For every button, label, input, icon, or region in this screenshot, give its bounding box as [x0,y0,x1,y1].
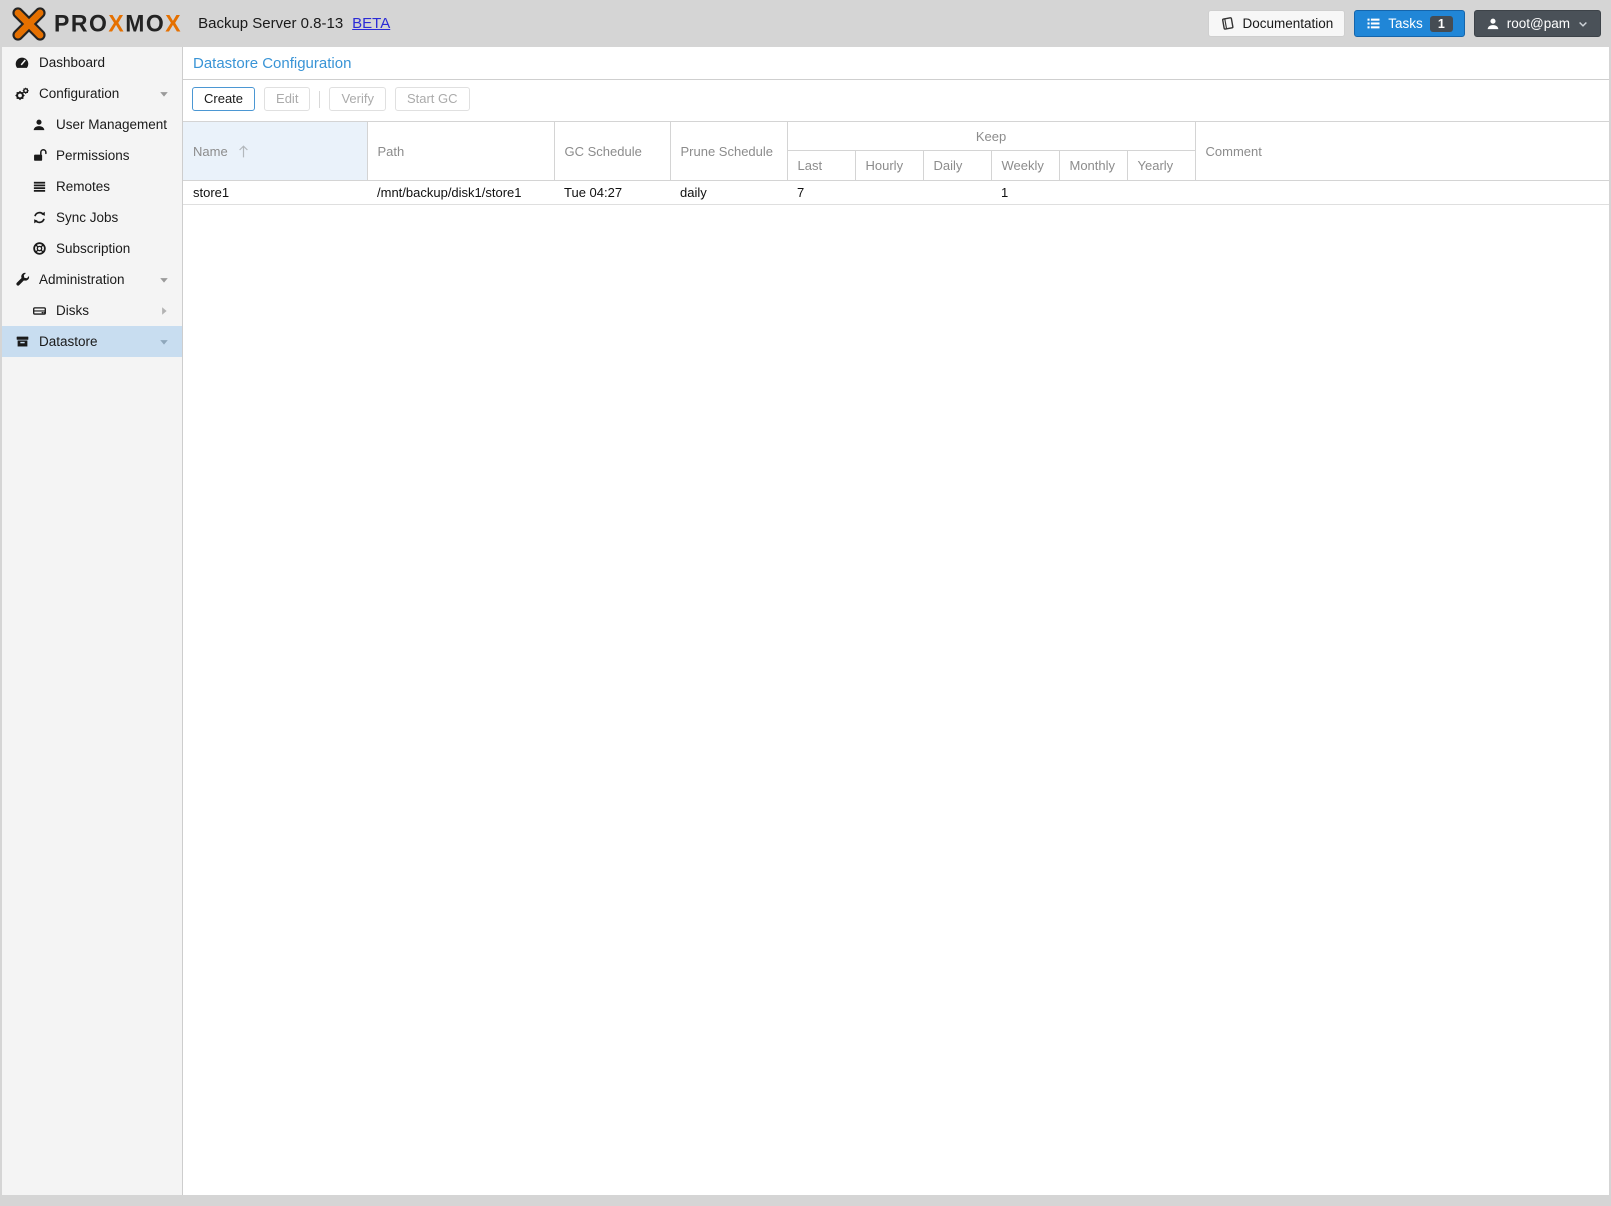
toolbar-separator [319,91,320,108]
column-header-name[interactable]: Name [183,122,367,181]
sidebar-item-label: Configuration [39,86,119,101]
user-icon [1486,17,1500,31]
sidebar-item-remotes[interactable]: Remotes [2,171,182,202]
sidebar-item-label: Datastore [39,334,98,349]
column-header-keep-yearly[interactable]: Yearly [1127,151,1195,181]
sidebar-item-configuration[interactable]: Configuration [2,78,182,109]
create-button[interactable]: Create [192,87,255,111]
sidebar-item-sync-jobs[interactable]: Sync Jobs [2,202,182,233]
column-header-keep-group: Keep [787,122,1195,151]
column-header-comment[interactable]: Comment [1195,122,1609,181]
sidebar-item-label: Dashboard [39,55,105,70]
page-title: Datastore Configuration [183,47,1609,80]
caret-right-icon[interactable] [158,305,170,317]
beta-link[interactable]: BETA [352,15,390,32]
unlock-icon [31,148,47,164]
sidebar: Dashboard Configuration [2,47,182,1195]
caret-down-icon[interactable] [158,336,170,348]
logo-segment: X [165,9,182,36]
sidebar-item-administration[interactable]: Administration [2,264,182,295]
cogs-icon [14,86,30,102]
user-menu-label: root@pam [1507,16,1570,31]
column-header-name-label: Name [193,144,228,159]
cell-prune-schedule[interactable]: daily [670,181,787,205]
sidebar-item-label: Sync Jobs [56,210,118,225]
cell-name[interactable]: store1 [183,181,367,205]
column-header-prune-schedule[interactable]: Prune Schedule [670,122,787,181]
user-menu-button[interactable]: root@pam [1474,10,1601,37]
datastore-table: Name Path GC Schedule Prune Schedule Kee… [183,121,1609,205]
cell-keep-last[interactable]: 7 [787,181,855,205]
column-header-path[interactable]: Path [367,122,554,181]
task-list-icon [1366,16,1381,31]
tasks-count-badge: 1 [1430,16,1453,32]
column-header-keep-monthly[interactable]: Monthly [1059,151,1127,181]
cell-gc-schedule[interactable]: Tue 04:27 [554,181,670,205]
cell-keep-yearly[interactable] [1127,181,1195,205]
wrench-icon [14,272,30,288]
app-subtitle: Backup Server 0.8-13 [198,15,343,32]
sidebar-item-label: Remotes [56,179,110,194]
main-panel: Datastore Configuration Create Edit Veri… [182,47,1609,1195]
edit-button[interactable]: Edit [264,87,310,111]
column-header-keep-last[interactable]: Last [787,151,855,181]
caret-down-icon[interactable] [158,88,170,100]
user-icon [31,117,47,133]
sync-icon [31,210,47,226]
sidebar-item-label: User Management [56,117,167,132]
logo-segment: MO [125,9,165,36]
proxmox-logo: PROXMOX [10,7,182,41]
table-row-store1[interactable]: store1 /mnt/backup/disk1/store1 Tue 04:2… [183,181,1609,205]
dashboard-icon [14,55,30,71]
cell-path[interactable]: /mnt/backup/disk1/store1 [367,181,554,205]
column-header-keep-daily[interactable]: Daily [923,151,991,181]
cell-keep-daily[interactable] [923,181,991,205]
sort-ascending-icon [238,145,249,158]
hdd-icon [31,303,47,319]
topbar: PROXMOX Backup Server 0.8-13 BETA Docume… [0,0,1611,47]
sidebar-item-label: Administration [39,272,125,287]
caret-down-icon[interactable] [158,274,170,286]
sidebar-item-label: Permissions [56,148,130,163]
proxmox-x-icon [10,7,48,41]
sidebar-item-label: Disks [56,303,89,318]
cell-keep-weekly[interactable]: 1 [991,181,1059,205]
cell-keep-hourly[interactable] [855,181,923,205]
column-header-keep-hourly[interactable]: Hourly [855,151,923,181]
archive-box-icon [14,334,30,350]
list-bars-icon [31,179,47,195]
sidebar-item-user-management[interactable]: User Management [2,109,182,140]
column-header-keep-weekly[interactable]: Weekly [991,151,1059,181]
column-header-gc-schedule[interactable]: GC Schedule [554,122,670,181]
book-icon [1220,16,1235,31]
verify-button[interactable]: Verify [329,87,386,111]
sidebar-item-disks[interactable]: Disks [2,295,182,326]
cell-keep-monthly[interactable] [1059,181,1127,205]
app-frame: Dashboard Configuration [2,47,1609,1195]
documentation-button-label: Documentation [1242,16,1333,31]
cell-comment[interactable] [1195,181,1609,205]
life-ring-icon [31,241,47,257]
sidebar-item-label: Subscription [56,241,130,256]
start-gc-button[interactable]: Start GC [395,87,470,111]
sidebar-item-dashboard[interactable]: Dashboard [2,47,182,78]
sidebar-item-datastore[interactable]: Datastore [2,326,182,357]
chevron-down-icon [1577,18,1589,30]
toolbar: Create Edit Verify Start GC [183,80,1609,117]
tasks-button[interactable]: Tasks 1 [1354,10,1464,37]
tasks-button-label: Tasks [1388,16,1423,31]
documentation-button[interactable]: Documentation [1208,10,1345,37]
logo-segment: X [108,9,125,36]
sidebar-item-permissions[interactable]: Permissions [2,140,182,171]
sidebar-item-subscription[interactable]: Subscription [2,233,182,264]
logo-segment: PRO [54,9,108,36]
logo-wordmark: PROXMOX [54,9,182,37]
